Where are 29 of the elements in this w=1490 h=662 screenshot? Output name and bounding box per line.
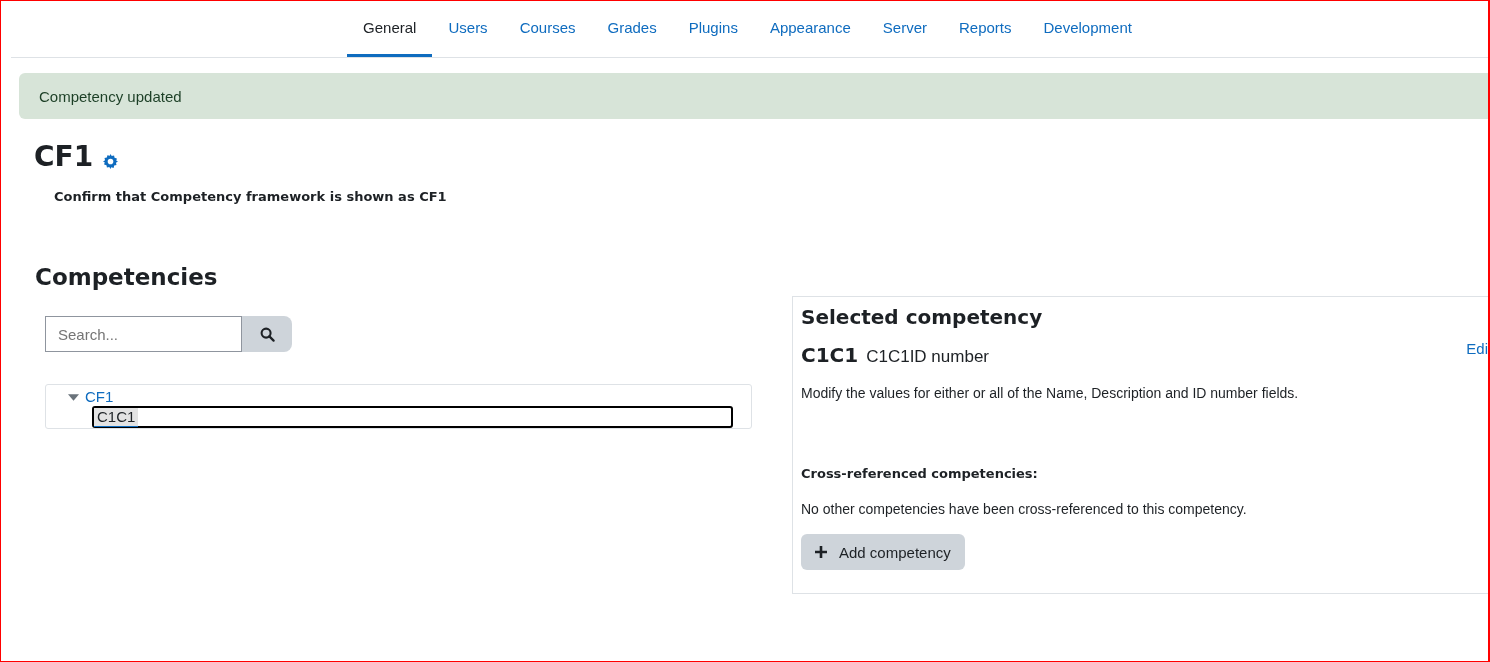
settings-icon[interactable] [103, 153, 119, 169]
competency-name: C1C1 [801, 343, 859, 367]
plus-icon [815, 546, 827, 558]
alert-message: Competency updated [39, 87, 182, 105]
nav-tab[interactable]: Courses [503, 1, 592, 57]
search-field[interactable]: Search... [45, 316, 242, 352]
section-title: Competencies [35, 264, 219, 290]
nav-tab[interactable]: General [347, 1, 433, 57]
nav-tab[interactable]: Grades [591, 1, 673, 57]
search-button[interactable] [242, 316, 292, 352]
confirm-text: Confirm that Competency framework is shown as CF1 [54, 189, 448, 204]
nav-tab[interactable]: Users [432, 1, 504, 57]
nav-tab[interactable]: Plugins [672, 1, 754, 57]
search-icon [259, 326, 275, 342]
nav-tab[interactable]: Server [866, 1, 943, 57]
cross-reference-text: No other competencies have been cross-referenced to this competency. [801, 501, 1248, 517]
tree-item[interactable]: C1C1 [94, 407, 139, 427]
competency-description: Modify the values for either or all of the Name, Description and ID number fields. [801, 385, 1300, 401]
caret-icon[interactable] [68, 393, 79, 401]
add-competency-button[interactable]: Add competency [801, 534, 965, 570]
page-title: CF1 [34, 139, 94, 175]
nav-tab[interactable]: Reports [943, 1, 1028, 57]
nav-tab[interactable]: Appearance [753, 1, 867, 57]
cross-reference-title: Cross-referenced competencies: [801, 466, 1039, 481]
panel-title: Selected competency [801, 305, 1044, 329]
nav-tab[interactable]: Development [1027, 1, 1148, 57]
edit-link[interactable]: Edi [1466, 340, 1488, 357]
tree-item[interactable]: CF1 [85, 388, 114, 406]
competency-idnumber: C1C1ID number [866, 347, 989, 367]
